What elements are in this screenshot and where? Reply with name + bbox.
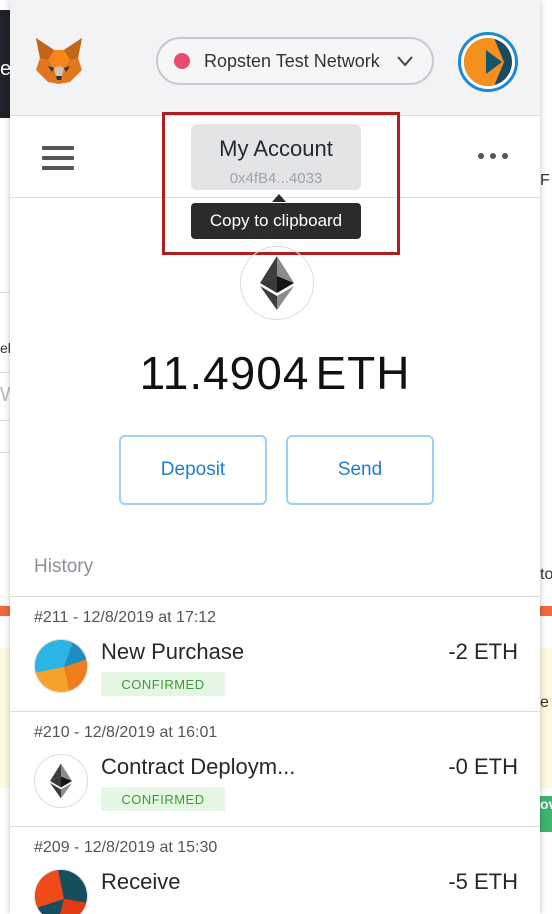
status-badge: CONFIRMED (101, 787, 225, 811)
background-text: e (540, 694, 549, 711)
identicon (34, 869, 88, 914)
background-text: to (540, 566, 552, 583)
hamburger-menu-icon[interactable] (42, 146, 74, 170)
background-orange-bar (540, 606, 552, 616)
metamask-fox-icon[interactable] (32, 36, 86, 86)
send-button[interactable]: Send (286, 435, 434, 505)
wallet-popup: Ropsten Test Network My Account 0x4fB4..… (10, 0, 540, 914)
background-yellow-panel (540, 648, 552, 788)
balance-unit: ETH (315, 347, 411, 399)
transaction-amount: -0 ETH (448, 754, 518, 779)
deposit-button[interactable]: Deposit (119, 435, 267, 505)
transaction-title: Receive (101, 869, 181, 894)
identicon (464, 38, 512, 86)
transaction-row[interactable]: #210 - 12/8/2019 at 16:01 Contract Deplo… (10, 712, 540, 827)
transaction-meta: #209 - 12/8/2019 at 15:30 (34, 839, 218, 856)
chevron-down-icon (397, 56, 413, 67)
transaction-amount: -5 ETH (448, 869, 518, 894)
transaction-title: Contract Deploym... (101, 754, 296, 779)
status-badge: CONFIRMED (101, 672, 225, 696)
highlight-annotation-box (162, 112, 400, 255)
ethereum-icon (34, 754, 88, 808)
transaction-row[interactable]: #211 - 12/8/2019 at 17:12 New Purchase -… (10, 597, 540, 712)
ethereum-icon (240, 246, 314, 320)
network-status-dot (174, 53, 190, 69)
balance-amount: 11.4904 (139, 347, 310, 399)
transaction-row[interactable]: #209 - 12/8/2019 at 15:30 Receive -5 ETH (10, 827, 540, 914)
background-green-button: ov (540, 796, 552, 832)
network-selector[interactable]: Ropsten Test Network (156, 37, 434, 85)
transaction-title: New Purchase (101, 639, 245, 664)
transaction-amount: -2 ETH (448, 639, 518, 664)
history-title: History (34, 556, 94, 577)
account-avatar[interactable] (458, 32, 518, 92)
network-label: Ropsten Test Network (204, 50, 380, 71)
identicon (34, 639, 88, 693)
transaction-meta: #211 - 12/8/2019 at 17:12 (34, 609, 217, 626)
app-header: Ropsten Test Network (10, 0, 540, 116)
more-options-icon[interactable] (478, 153, 508, 159)
transaction-meta: #210 - 12/8/2019 at 16:01 (34, 724, 218, 741)
background-text: F (540, 172, 550, 189)
balance-display: 11.4904 ETH (10, 346, 540, 400)
